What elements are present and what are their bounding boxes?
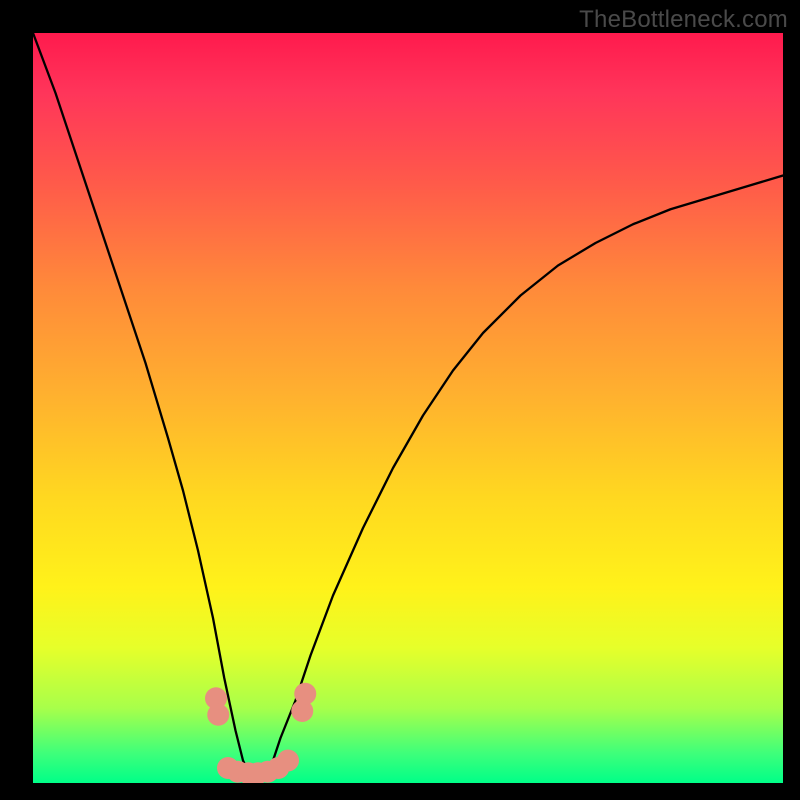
watermark-label: TheBottleneck.com xyxy=(579,6,788,34)
valley-dots xyxy=(205,683,316,783)
chart-svg xyxy=(33,33,783,783)
plot-area xyxy=(33,33,783,783)
valley-dot xyxy=(207,704,229,726)
bottleneck-curve xyxy=(33,33,783,779)
valley-dot xyxy=(277,750,299,772)
chart-frame: TheBottleneck.com xyxy=(0,0,800,800)
valley-dot xyxy=(294,683,316,705)
bottleneck-curve-path xyxy=(33,33,783,779)
